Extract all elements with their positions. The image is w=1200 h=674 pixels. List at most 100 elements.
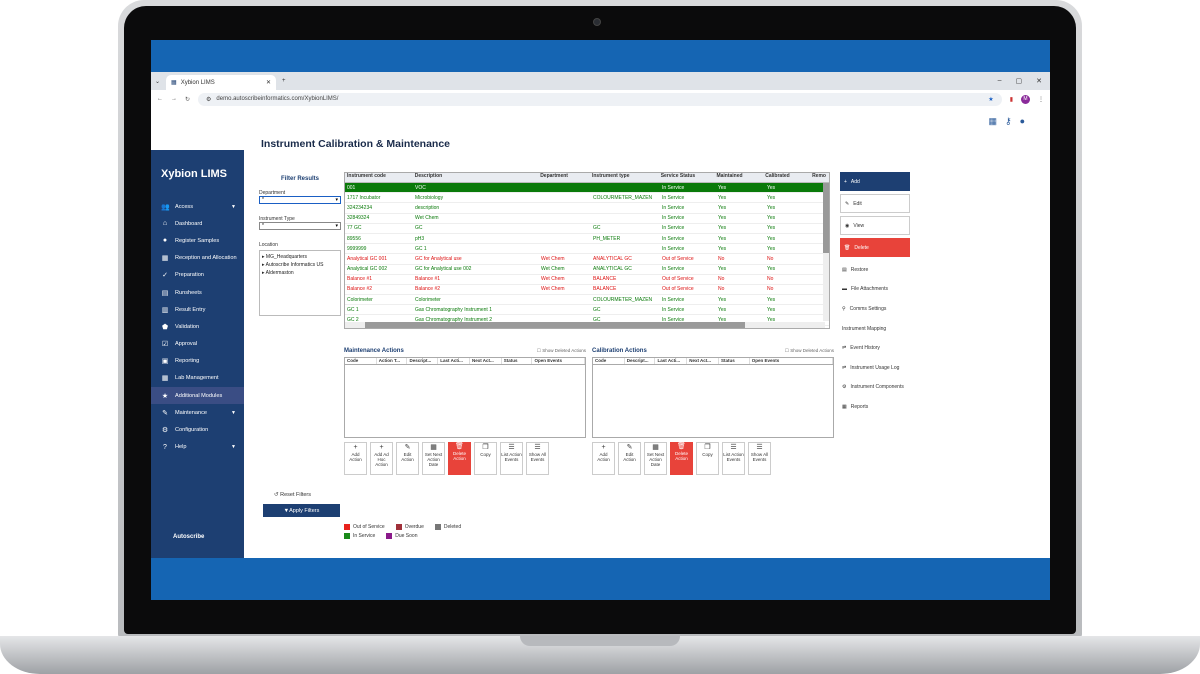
- action-button[interactable]: ❐ Copy: [696, 442, 719, 475]
- location-item[interactable]: ▸ Aldermaston: [262, 269, 338, 277]
- table-row[interactable]: Balance #2 Balance #2 Wet Chem BALANCE Out o…: [345, 285, 829, 296]
- new-tab-button[interactable]: +: [282, 78, 286, 84]
- back-button[interactable]: ←: [157, 96, 163, 102]
- instrument-type-select[interactable]: * ▾: [259, 222, 341, 230]
- action-button[interactable]: ☰ List Action Events: [500, 442, 523, 475]
- profile-avatar[interactable]: M: [1021, 94, 1030, 104]
- table-row[interactable]: 9999999 GC 1 In Service Yes Yes: [345, 244, 829, 255]
- reload-button[interactable]: ↻: [185, 96, 190, 103]
- key-icon[interactable]: ⚷: [1005, 116, 1012, 127]
- table-row[interactable]: Analytical GC 001 GC for Analytical use We…: [345, 254, 829, 265]
- table-row[interactable]: 001 VOC In Service Yes Yes: [345, 183, 829, 194]
- sidebar-item[interactable]: ⌂ Dashboard: [151, 215, 244, 232]
- action-button[interactable]: + Add Ad Hoc Action: [370, 442, 393, 475]
- column-header[interactable]: Code: [593, 358, 625, 364]
- sidebar-item[interactable]: ▤ Runsheets: [151, 284, 244, 301]
- tab-list-icon[interactable]: ⌄: [155, 78, 160, 85]
- user-icon[interactable]: ●: [1020, 116, 1025, 127]
- comms-settings-link[interactable]: ⚲ Comms Settings: [840, 299, 910, 319]
- action-button[interactable]: ☰ Show All Events: [526, 442, 549, 475]
- sidebar-item[interactable]: ★ Additional Modules: [151, 387, 244, 405]
- action-button[interactable]: + Add Action: [592, 442, 615, 475]
- restore-link[interactable]: ▤ Restore: [840, 260, 910, 280]
- view-button[interactable]: ◉ View: [840, 216, 910, 235]
- action-button[interactable]: 🗑 Delete Action: [448, 442, 471, 475]
- reports-link[interactable]: ▦ Reports: [840, 397, 910, 417]
- action-button[interactable]: ✎ Edit Action: [618, 442, 641, 475]
- column-header[interactable]: Status: [719, 358, 750, 364]
- components-link[interactable]: ⚙ Instrument Components: [840, 378, 910, 398]
- forward-button[interactable]: →: [171, 96, 177, 102]
- sidebar-item[interactable]: ▣ Reporting: [151, 353, 244, 370]
- column-header[interactable]: Descript...: [625, 358, 656, 364]
- sidebar-item[interactable]: ☑ Approval: [151, 336, 244, 353]
- horizontal-scroll-thumb[interactable]: [365, 322, 745, 328]
- table-row[interactable]: 77 GC GC GC In Service Yes Yes: [345, 224, 829, 234]
- sidebar-item[interactable]: ✓ Preparation: [151, 267, 244, 284]
- sidebar-item[interactable]: ✎ Maintenance ▼: [151, 404, 244, 421]
- column-header[interactable]: Remo: [810, 173, 829, 182]
- sidebar-item[interactable]: ▦ Lab Management: [151, 370, 244, 387]
- location-item[interactable]: ▸ Autoscribe Informatics US: [262, 261, 338, 269]
- minimize-button[interactable]: –: [998, 77, 1002, 85]
- maximize-button[interactable]: ▢: [1016, 77, 1023, 85]
- action-button[interactable]: ▦ Set Next Action Date: [644, 442, 667, 475]
- table-row[interactable]: Colorimeter Colorimeter COLOURMETER_MAZEN I…: [345, 295, 829, 306]
- usage-log-link[interactable]: ⇌ Instrument Usage Log: [840, 358, 910, 378]
- table-row[interactable]: Analytical GC 002 GC for Analytical use 0…: [345, 265, 829, 275]
- action-button[interactable]: 🗑 Delete Action: [670, 442, 693, 475]
- column-header[interactable]: Description: [413, 173, 538, 182]
- apply-filters-button[interactable]: ▼ Apply Filters: [263, 504, 340, 517]
- maintenance-show-deleted[interactable]: ☐ Show Deleted Actions: [537, 348, 586, 354]
- instrument-mapping-link[interactable]: Instrument Mapping: [840, 319, 910, 339]
- column-header[interactable]: Code: [345, 358, 377, 364]
- file-attachments-link[interactable]: ▬ File Attachments: [840, 280, 910, 300]
- action-button[interactable]: ☰ Show All Events: [748, 442, 771, 475]
- sidebar-item[interactable]: ▥ Result Entry: [151, 301, 244, 318]
- menu-icon[interactable]: ⋮: [1038, 96, 1044, 103]
- sidebar-item[interactable]: 👥 Access ▼: [151, 198, 244, 215]
- close-button[interactable]: ✕: [1036, 77, 1042, 85]
- location-item[interactable]: ▸ MG_Headquarters: [262, 253, 338, 261]
- location-tree[interactable]: ▸ MG_Headquarters ▸ Autoscribe Informatic…: [259, 250, 341, 316]
- sidebar-item[interactable]: ? Help ▼: [151, 439, 244, 456]
- calibration-show-deleted[interactable]: ☐ Show Deleted Actions: [785, 348, 834, 354]
- column-header[interactable]: Maintained: [714, 173, 763, 182]
- url-field[interactable]: ⚙ demo.autoscribeinformatics.com/XybionL…: [198, 92, 1002, 106]
- column-header[interactable]: Action T...: [377, 358, 408, 364]
- sidebar-item[interactable]: ▦ Reception and Allocation: [151, 250, 244, 267]
- action-button[interactable]: ☰ List Action Events: [722, 442, 745, 475]
- browser-tab[interactable]: ▦ Xybion LIMS ✕: [166, 75, 277, 90]
- table-row[interactable]: 32849324 Wet Chem In Service Yes Yes: [345, 214, 829, 224]
- add-button[interactable]: + Add: [840, 172, 910, 191]
- sidebar-item[interactable]: ⚙ Configuration: [151, 421, 244, 438]
- column-header[interactable]: Calibrated: [763, 173, 810, 182]
- column-header[interactable]: Service Status: [659, 173, 715, 182]
- vertical-scroll-thumb[interactable]: [823, 183, 829, 253]
- column-header[interactable]: Descript...: [407, 358, 439, 364]
- column-header[interactable]: Next Act...: [687, 358, 719, 364]
- column-header[interactable]: Instrument type: [590, 173, 659, 182]
- action-button[interactable]: ▦ Set Next Action Date: [422, 442, 445, 475]
- sidebar-item[interactable]: ⬟ Validation: [151, 318, 244, 335]
- table-row[interactable]: 1717 Incubator Microbiology COLOURMETER_MA…: [345, 193, 829, 204]
- table-row[interactable]: Balance #1 Balance #1 Wet Chem BALANCE Out o…: [345, 275, 829, 285]
- extensions-icon[interactable]: ▮: [1010, 96, 1013, 103]
- tab-close-icon[interactable]: ✕: [266, 79, 271, 86]
- department-select[interactable]: * ▾: [259, 196, 341, 204]
- column-header[interactable]: Status: [502, 358, 533, 364]
- table-row[interactable]: 89556 pH3 PH_METER In Service Yes Yes: [345, 234, 829, 245]
- sidebar-item[interactable]: ● Register Samples: [151, 232, 244, 249]
- table-row[interactable]: GC 1 Gas Chromatography Instrument 1 GC In …: [345, 305, 829, 316]
- column-header[interactable]: Instrument code: [345, 173, 413, 182]
- action-button[interactable]: + Add Action: [344, 442, 367, 475]
- column-header[interactable]: Department: [538, 173, 590, 182]
- column-header[interactable]: Last Acti...: [438, 358, 470, 364]
- column-header[interactable]: Last Acti...: [655, 358, 688, 364]
- edit-button[interactable]: ✎ Edit: [840, 194, 910, 213]
- reset-filters-button[interactable]: ↺ Reset Filters: [274, 492, 311, 498]
- column-header[interactable]: Open Events: [750, 358, 833, 364]
- column-header[interactable]: Open Events: [532, 358, 585, 364]
- action-button[interactable]: ✎ Edit Action: [396, 442, 419, 475]
- action-button[interactable]: ❐ Copy: [474, 442, 497, 475]
